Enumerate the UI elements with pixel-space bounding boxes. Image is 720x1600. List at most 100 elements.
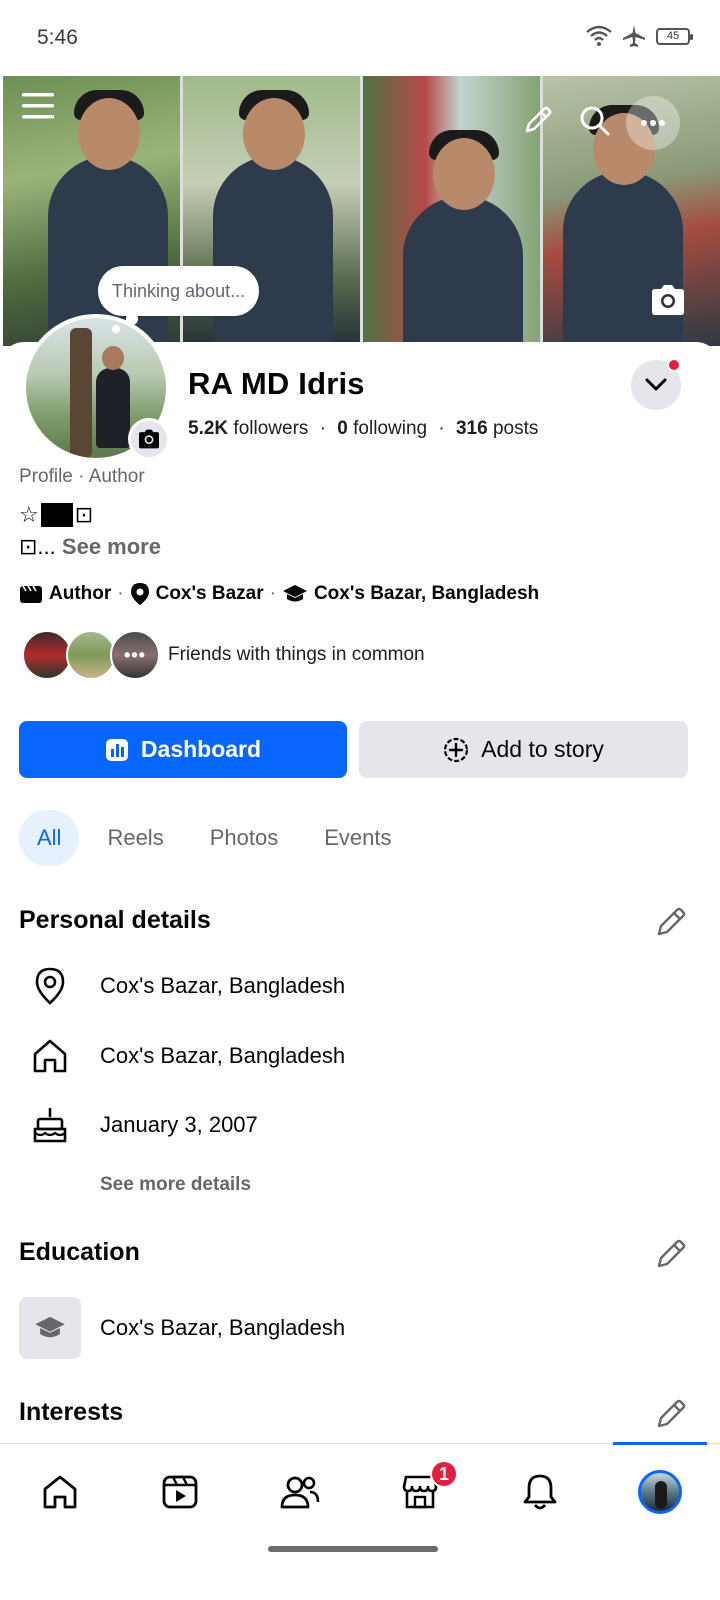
pencil-icon [525,106,552,133]
add-to-story-label: Add to story [481,736,604,762]
work-icon [20,585,42,603]
thought-bubble[interactable]: Thinking about... [98,266,260,316]
see-more-link[interactable]: See more [62,534,161,559]
bio-truncated: ⊡... [19,534,56,559]
notification-dot [667,358,681,372]
followers-label[interactable]: followers [233,418,308,439]
menu-button[interactable] [20,86,56,126]
nav-profile[interactable] [600,1442,720,1539]
following-label[interactable]: following [353,418,427,439]
intro-location[interactable]: Cox's Bazar [130,582,264,606]
more-dots-icon [641,120,665,126]
wifi-icon [586,25,612,46]
nav-video[interactable] [120,1444,240,1539]
edit-cover-photo-button[interactable] [648,282,688,318]
redacted-block [40,503,73,527]
more-options-button[interactable] [626,96,680,150]
home-icon [33,1039,67,1073]
status-bar: 5:46 45 [0,0,720,76]
search-button[interactable] [576,102,614,140]
home-indicator[interactable] [268,1546,438,1552]
nav-marketplace[interactable]: 1 [360,1444,480,1539]
marketplace-badge: 1 [430,1460,458,1488]
thought-bubble-dot [112,325,120,333]
profile-subtitle: Profile · Author [19,466,145,487]
tab-photos[interactable]: Photos [192,810,297,866]
edit-education-icon[interactable] [655,1238,687,1270]
graduation-cap-icon [35,1316,65,1338]
bottom-navigation: 1 [0,1442,720,1539]
profile-avatar [638,1469,682,1514]
intro-education[interactable]: Cox's Bazar, Bangladesh [282,583,539,605]
profile-stats: 5.2K followers · 0 following · 316 posts [188,418,539,439]
education-row[interactable]: Cox's Bazar, Bangladesh [19,1297,345,1359]
edit-profile-button[interactable] [520,102,556,138]
camera-icon [139,429,159,449]
intro-location-label: Cox's Bazar [155,583,264,604]
search-icon [580,106,610,136]
tab-reels[interactable]: Reels [89,810,181,866]
detail-row-birthday: January 3, 2007 [19,1102,258,1148]
bio-star: ☆ [19,502,39,527]
friend-avatar: ••• [110,630,160,680]
cover-collage-panel [363,76,540,346]
see-more-details-link[interactable]: See more details [100,1174,251,1196]
add-to-story-button[interactable]: Add to story [359,721,688,778]
nav-home[interactable] [0,1444,120,1539]
friend-avatar [66,630,116,680]
intro-work-label: Author [49,583,112,604]
birthday-cake-icon [33,1107,67,1143]
education-title: Education [19,1238,140,1266]
bio-line-2: ⊡... See more [19,534,161,560]
friend-avatar [22,630,72,680]
detail-row-current-city: Cox's Bazar, Bangladesh [19,963,345,1009]
dashboard-label: Dashboard [140,736,262,762]
video-icon [162,1475,198,1508]
bio-symbol: ⊡ [74,502,94,527]
airplane-icon [623,25,645,47]
battery-indicator: 45 [656,27,693,45]
status-time: 5:46 [37,26,78,49]
dashboard-chart-icon [105,738,128,761]
intro-row: Author · Cox's Bazar · Cox's Bazar, Bang… [19,582,539,606]
personal-details-title: Personal details [19,906,211,934]
graduation-cap-icon [282,585,307,602]
location-pin-icon [130,583,149,605]
add-story-icon [444,737,469,762]
tab-events[interactable]: Events [306,810,409,866]
posts-count: 316 [455,418,488,439]
camera-icon [652,285,684,315]
hamburger-icon [22,93,54,119]
profile-name: RA MD Idris [188,366,365,401]
current-city-text: Cox's Bazar, Bangladesh [100,973,346,998]
edit-personal-details-icon[interactable] [655,906,687,938]
home-icon [43,1475,77,1508]
interests-title: Interests [19,1398,124,1426]
following-count[interactable]: 0 [337,418,348,439]
more-friends-indicator: ••• [124,644,146,665]
dashboard-button[interactable]: Dashboard [19,721,347,778]
mutual-friends-row[interactable]: ••• Friends with things in common [22,630,425,680]
hometown-text: Cox's Bazar, Bangladesh [100,1043,346,1068]
profile-tabs: All Reels Photos Events [19,810,409,866]
bio-line-1: ☆ ⊡ [19,502,93,528]
status-icons: 45 [586,24,693,48]
edit-profile-picture-button[interactable] [128,418,170,460]
thought-bubble-dot [126,313,138,325]
followers-count[interactable]: 5.2K [188,418,228,439]
detail-row-hometown: Cox's Bazar, Bangladesh [19,1033,345,1079]
intro-work[interactable]: Author [19,583,111,605]
intro-education-label: Cox's Bazar, Bangladesh [313,583,540,604]
friends-icon [280,1476,320,1508]
posts-label: posts [492,418,539,439]
edit-interests-icon[interactable] [655,1398,687,1430]
nav-notifications[interactable] [480,1444,600,1539]
tab-all[interactable]: All [19,810,80,866]
birthday-text: January 3, 2007 [100,1112,258,1137]
nav-friends[interactable] [240,1444,360,1539]
friends-label: Friends with things in common [168,644,425,665]
bell-icon [523,1474,557,1509]
chevron-down-icon [645,378,667,391]
school-text: Cox's Bazar, Bangladesh [100,1315,346,1340]
location-pin-icon [35,967,65,1005]
